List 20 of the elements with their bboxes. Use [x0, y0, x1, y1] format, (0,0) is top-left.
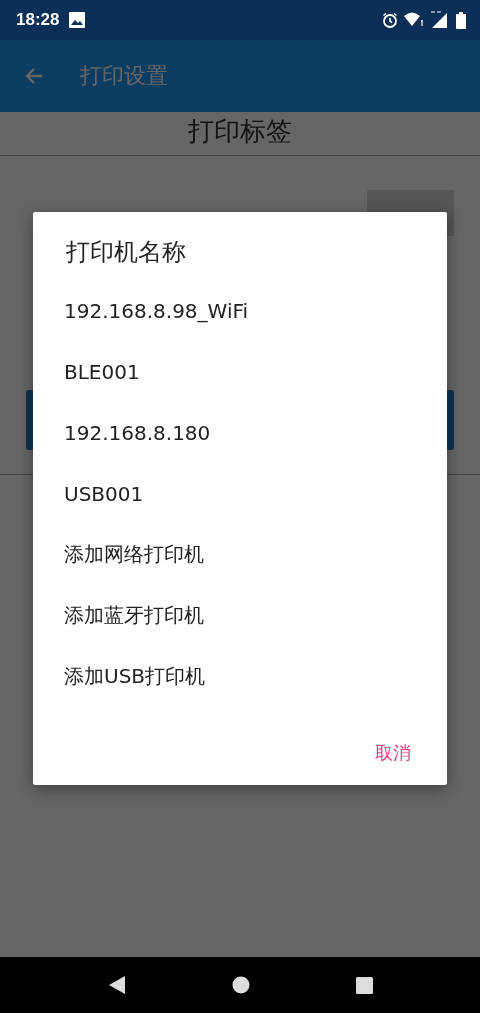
page-heading: 打印标签 [187, 115, 293, 148]
dialog-title: 打印机名称 [65, 237, 187, 268]
printer-option[interactable]: 添加网络打印机 [33, 524, 447, 585]
home-icon[interactable] [231, 976, 250, 994]
printer-option[interactable]: 添加蓝牙打印机 [33, 585, 447, 646]
image-icon [69, 12, 86, 28]
cancel-button[interactable]: 取消 [359, 733, 427, 773]
printer-option[interactable]: 添加USB打印机 [33, 646, 447, 707]
alarm-icon [382, 12, 398, 28]
printer-option[interactable]: USB001 [33, 463, 447, 524]
wifi-icon [404, 12, 424, 28]
recents-icon[interactable] [355, 976, 373, 994]
app-bar-title: 打印设置 [80, 62, 168, 90]
printer-option[interactable]: BLE001 [33, 341, 447, 402]
back-icon[interactable] [107, 975, 126, 995]
printer-option[interactable]: 192.168.8.180 [33, 402, 447, 463]
signal-icon [430, 11, 450, 29]
battery-icon [456, 11, 466, 29]
status-time: 18:28 [16, 10, 60, 30]
printer-option[interactable]: 192.168.8.98_WiFi [33, 280, 447, 341]
